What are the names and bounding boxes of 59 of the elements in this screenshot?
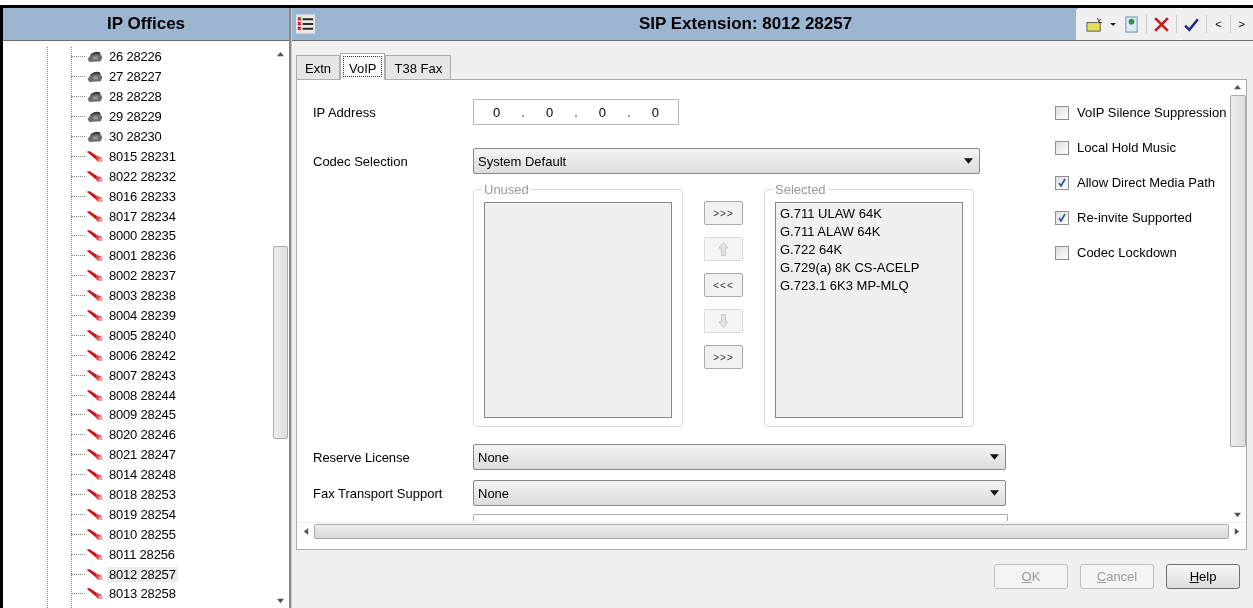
field-label: Codec Selection <box>313 153 409 169</box>
tree-item[interactable]: 8017 28234 <box>107 208 178 224</box>
tree-item[interactable]: 27 28227 <box>107 69 164 85</box>
previous-button[interactable]: < <box>1213 18 1224 30</box>
move-button[interactable]: <<< <box>704 273 743 297</box>
field-label: Fax Transport Support <box>313 485 444 501</box>
tree-item[interactable]: 8013 28258 <box>107 586 178 602</box>
tree-item[interactable]: 29 28229 <box>107 109 164 125</box>
tree-item[interactable]: 8004 28239 <box>107 308 178 323</box>
panel-header: IP Offices <box>3 8 289 41</box>
list-item[interactable]: G.729(a) 8K CS-ACELP <box>780 259 958 277</box>
checkbox-label: Allow Direct Media Path <box>1077 175 1215 190</box>
codec-dropdown[interactable]: System Default <box>473 148 980 174</box>
fax-transport-dropdown[interactable]: None <box>473 480 1006 506</box>
tree-item[interactable]: 8016 28233 <box>107 188 178 204</box>
list-item[interactable]: G.723.1 6K3 MP-MLQ <box>780 277 958 295</box>
tree-item[interactable]: 8000 28235 <box>107 228 178 244</box>
list-item[interactable]: G.711 ALAW 64K <box>780 223 958 241</box>
tree-item[interactable]: 8020 28246 <box>107 427 178 443</box>
tree-item[interactable]: 28 28228 <box>107 89 164 105</box>
checkbox-label: Codec Lockdown <box>1077 245 1177 260</box>
list-item[interactable]: G.711 ULAW 64K <box>780 205 958 223</box>
tree-item[interactable]: 8006 28242 <box>107 347 178 363</box>
dialog-button[interactable]: Help <box>1166 564 1240 589</box>
tree-item[interactable]: 8009 28245 <box>107 407 178 423</box>
tab[interactable]: VoIP <box>340 53 386 80</box>
tree-item[interactable]: 8005 28240 <box>107 327 178 343</box>
tree-item[interactable]: 8012 28257 <box>107 566 178 582</box>
tree-item[interactable]: 8021 28247 <box>107 447 178 463</box>
checkbox-label: Local Hold Music <box>1077 140 1176 155</box>
reserve-license-dropdown[interactable]: None <box>473 444 1006 470</box>
next-button[interactable]: > <box>1236 18 1247 30</box>
tree-item[interactable]: 8014 28248 <box>107 467 178 483</box>
tab[interactable]: Extn <box>296 55 340 79</box>
tree-item[interactable]: 8011 28256 <box>107 546 177 562</box>
group-title: Selected <box>773 182 828 197</box>
field-label: IP Address <box>313 104 377 120</box>
tree-item[interactable]: 26 28226 <box>107 49 164 65</box>
move-button[interactable]: >>> <box>704 201 743 225</box>
group-title: Unused <box>482 182 531 197</box>
tree-item[interactable]: 8022 28232 <box>107 168 178 184</box>
tree-item[interactable]: 8002 28237 <box>107 268 178 284</box>
tree-item[interactable]: 8019 28254 <box>107 506 178 522</box>
tree-item[interactable]: 8018 28253 <box>107 487 178 503</box>
tree-item[interactable]: 8015 28231 <box>107 148 178 164</box>
tree-item[interactable]: 8003 28238 <box>107 288 178 304</box>
checkbox-label: Re-invite Supported <box>1077 210 1192 225</box>
window-title: SIP Extension: 8012 28257 <box>637 14 854 34</box>
list-item[interactable]: G.722 64K <box>780 241 958 259</box>
field-label: Reserve License <box>313 449 411 465</box>
checkbox-label: VoIP Silence Suppression <box>1077 105 1227 120</box>
tree-item[interactable]: 8007 28243 <box>107 367 178 383</box>
tab[interactable]: T38 Fax <box>385 55 452 79</box>
tree-item[interactable]: 8010 28255 <box>107 526 178 542</box>
move-button[interactable]: >>> <box>704 345 743 369</box>
tree-item[interactable]: 8008 28244 <box>107 387 178 403</box>
ip-address-field[interactable]: 0 0 0 0 <box>473 99 679 125</box>
tree-item[interactable]: 8001 28236 <box>107 248 178 264</box>
tree-item[interactable]: 30 28230 <box>107 129 164 144</box>
